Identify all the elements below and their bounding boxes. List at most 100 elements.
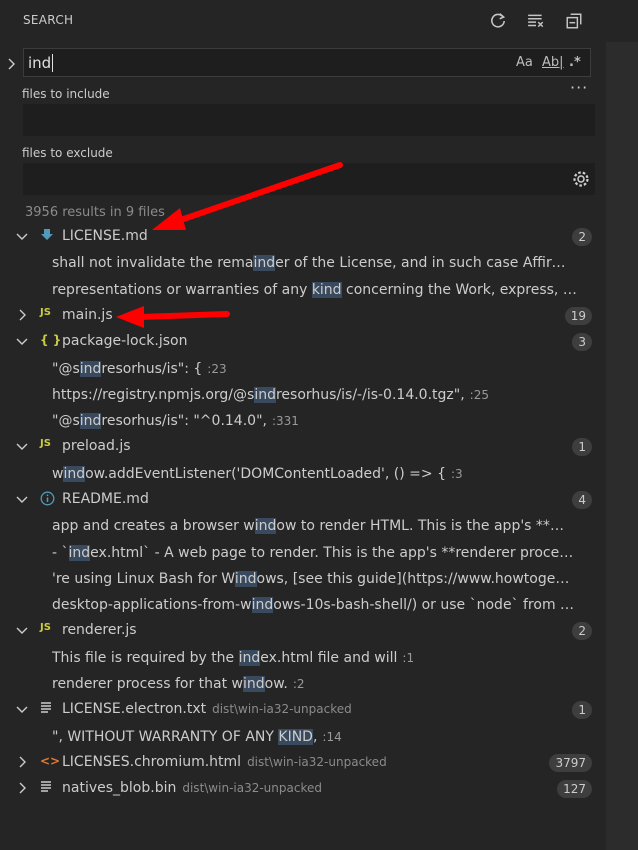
match-highlight: KIND <box>278 729 313 745</box>
match-count-badge: 1 <box>572 438 592 456</box>
search-input-box[interactable]: Aa Ab| .* <box>23 48 591 77</box>
file-name: LICENSE.md <box>62 228 148 244</box>
line-number: :3 <box>450 467 463 481</box>
clear-results-icon[interactable] <box>525 10 547 32</box>
download-icon <box>40 228 54 245</box>
match-text: "@sindresorhus/is": {:23 <box>52 361 227 377</box>
match-case-icon[interactable]: Aa <box>516 55 533 70</box>
json-icon: { } <box>40 333 62 347</box>
file-row[interactable]: { } package-lock.json 3 <box>0 329 606 355</box>
line-number: :331 <box>271 414 299 428</box>
html-icon: <> <box>40 754 61 768</box>
match-highlight: ind <box>251 597 274 613</box>
file-row[interactable]: JS renderer.js 2 <box>0 618 606 644</box>
match-count-badge: 127 <box>557 780 592 798</box>
line-number: :14 <box>322 730 342 744</box>
match-highlight: ind <box>79 361 102 377</box>
match-highlight: ind <box>254 518 277 534</box>
refresh-icon[interactable] <box>487 10 509 32</box>
file-path: dist\win-ia32-unpacked <box>182 781 322 795</box>
match-highlight: ind <box>242 676 265 692</box>
file-name: main.js <box>62 307 113 323</box>
match-text: - `index.html` - A web page to render. T… <box>52 545 577 561</box>
chevron-down-icon[interactable] <box>15 334 29 348</box>
file-path: dist\win-ia32-unpacked <box>212 702 352 716</box>
search-input[interactable] <box>28 53 498 73</box>
match-text: 're using Linux Bash for Windows, [see t… <box>52 571 577 587</box>
files-to-include-input[interactable] <box>23 104 595 136</box>
match-text: shall not invalidate the remainder of th… <box>52 255 577 271</box>
match-highlight: ind <box>254 387 276 403</box>
match-count-badge: 3797 <box>549 754 592 772</box>
file-row[interactable]: LICENSE.electron.txt dist\win-ia32-unpack… <box>0 697 606 723</box>
match-highlight: ind <box>234 571 257 587</box>
match-row[interactable]: ", WITHOUT WARRANTY OF ANY KIND,:14 <box>0 724 606 750</box>
match-text: window.addEventListener('DOMContentLoade… <box>52 466 463 482</box>
match-row[interactable]: representations or warranties of any kin… <box>0 277 606 303</box>
toggle-replace-chevron-icon[interactable] <box>4 56 20 72</box>
match-highlight: ind <box>63 466 86 482</box>
match-highlight: ind <box>238 650 261 666</box>
scrollbar[interactable] <box>606 42 638 850</box>
chevron-down-icon[interactable] <box>15 439 29 453</box>
match-text: app and creates a browser window to rend… <box>52 518 577 534</box>
match-text: "@sindresorhus/is": "^0.14.0",:331 <box>52 413 299 429</box>
chevron-down-icon[interactable] <box>15 623 29 637</box>
chevron-right-icon[interactable] <box>15 308 29 322</box>
match-row[interactable]: This file is required by the index.html … <box>0 645 606 671</box>
js-icon: JS <box>40 438 51 449</box>
line-number: :1 <box>402 651 415 665</box>
match-count-badge: 1 <box>572 701 592 719</box>
match-row[interactable]: "@sindresorhus/is": {:23 <box>0 356 606 382</box>
chevron-down-icon[interactable] <box>15 229 29 243</box>
js-icon: JS <box>40 622 51 633</box>
match-highlight: ind <box>68 545 91 561</box>
files-to-include-label: files to include <box>22 87 110 101</box>
line-number: :25 <box>469 388 489 402</box>
files-to-exclude-label: files to exclude <box>22 146 113 160</box>
match-highlight: kind <box>311 282 342 298</box>
file-path: dist\win-ia32-unpacked <box>247 755 387 769</box>
match-text: ", WITHOUT WARRANTY OF ANY KIND,:14 <box>52 729 342 745</box>
match-row[interactable]: window.addEventListener('DOMContentLoade… <box>0 461 606 487</box>
info-icon <box>40 491 55 509</box>
match-row[interactable]: renderer process for that window.:2 <box>0 671 606 697</box>
match-count-badge: 3 <box>572 333 592 351</box>
match-text: representations or warranties of any kin… <box>52 282 577 298</box>
match-row[interactable]: "@sindresorhus/is": "^0.14.0",:331 <box>0 408 606 434</box>
regex-icon[interactable]: .* <box>569 55 581 70</box>
chevron-right-icon[interactable] <box>15 781 29 795</box>
file-row[interactable]: JS main.js 19 <box>0 303 606 329</box>
match-row[interactable]: desktop-applications-from-windows-10s-ba… <box>0 592 606 618</box>
chevron-down-icon[interactable] <box>15 702 29 716</box>
file-row[interactable]: README.md 4 <box>0 487 606 513</box>
file-row[interactable]: JS preload.js 1 <box>0 434 606 460</box>
match-text: desktop-applications-from-windows-10s-ba… <box>52 597 577 613</box>
match-text: This file is required by the index.html … <box>52 650 415 666</box>
js-icon: JS <box>40 307 51 318</box>
lines-icon <box>40 780 52 795</box>
chevron-right-icon[interactable] <box>15 755 29 769</box>
text-cursor <box>52 54 53 72</box>
file-name: preload.js <box>62 438 131 454</box>
whole-word-icon[interactable]: Ab| <box>542 55 564 70</box>
file-name: renderer.js <box>62 622 137 638</box>
more-options-icon[interactable]: ··· <box>570 78 588 97</box>
match-row[interactable]: 're using Linux Bash for Windows, [see t… <box>0 566 606 592</box>
panel-title: SEARCH <box>23 13 74 27</box>
file-row[interactable]: <> LICENSES.chromium.html dist\win-ia32-un… <box>0 750 606 776</box>
file-name: natives_blob.bin dist\win-ia32-unpacked <box>62 780 322 796</box>
match-text: renderer process for that window.:2 <box>52 676 305 692</box>
match-row[interactable]: shall not invalidate the remainder of th… <box>0 250 606 276</box>
use-exclude-settings-icon[interactable] <box>570 168 592 190</box>
file-name: package-lock.json <box>62 333 188 349</box>
match-row[interactable]: https://registry.npmjs.org/@sindresorhus… <box>0 382 606 408</box>
file-name: LICENSES.chromium.html dist\win-ia32-unpa… <box>62 754 387 770</box>
chevron-down-icon[interactable] <box>15 492 29 506</box>
match-highlight: ind <box>79 413 102 429</box>
file-row[interactable]: natives_blob.bin dist\win-ia32-unpacked 12… <box>0 776 606 802</box>
collapse-all-icon[interactable] <box>563 10 585 32</box>
match-row[interactable]: - `index.html` - A web page to render. T… <box>0 540 606 566</box>
match-row[interactable]: app and creates a browser window to rend… <box>0 513 606 539</box>
search-header: SEARCH <box>0 0 606 42</box>
